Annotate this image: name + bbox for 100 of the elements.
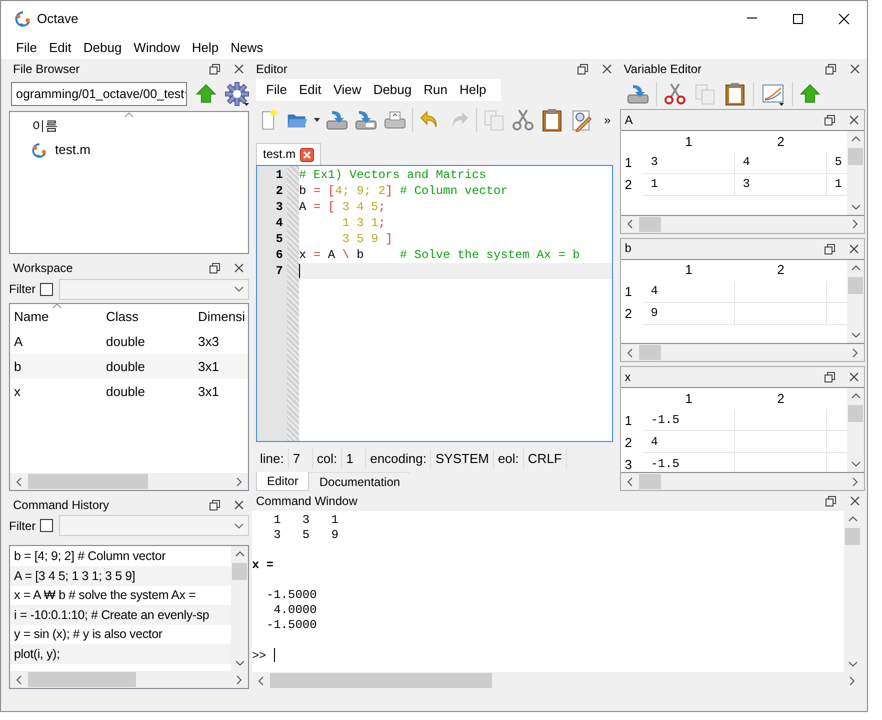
row-header[interactable]: 2 bbox=[620, 431, 643, 454]
undock-icon[interactable] bbox=[209, 262, 221, 274]
close-icon[interactable] bbox=[849, 495, 861, 507]
scroll-down-icon[interactable] bbox=[234, 658, 244, 668]
close-icon[interactable] bbox=[233, 499, 245, 511]
column-header[interactable]: 2 bbox=[734, 260, 827, 281]
undock-icon[interactable] bbox=[825, 63, 837, 75]
file-list[interactable]: 이름 test.m bbox=[9, 111, 249, 254]
history-entry[interactable]: i = -10:0.1:10; # Create an evenly-sp bbox=[10, 605, 231, 625]
close-icon[interactable] bbox=[848, 371, 860, 384]
scroll-left-icon[interactable] bbox=[14, 674, 24, 684]
scroll-right-icon[interactable] bbox=[234, 476, 244, 486]
filter-checkbox[interactable] bbox=[40, 282, 53, 296]
paste-icon[interactable] bbox=[540, 108, 564, 132]
menu-item[interactable]: News bbox=[224, 40, 270, 56]
column-header[interactable]: 이름 bbox=[10, 118, 62, 138]
menu-item[interactable]: Edit bbox=[292, 82, 328, 98]
scroll-thumb[interactable] bbox=[848, 276, 863, 294]
row-header[interactable]: 3 bbox=[620, 453, 643, 472]
close-icon[interactable] bbox=[848, 114, 860, 126]
maximize-icon[interactable] bbox=[792, 13, 804, 25]
undock-icon[interactable] bbox=[825, 495, 837, 507]
table-cell[interactable]: 4 bbox=[642, 431, 735, 454]
column-header[interactable]: 1 bbox=[642, 388, 735, 410]
column-header[interactable]: 1 bbox=[642, 260, 735, 281]
column-header[interactable]: Class bbox=[102, 304, 194, 329]
scroll-up-icon[interactable] bbox=[848, 514, 858, 524]
row-header[interactable]: 1 bbox=[620, 152, 643, 174]
scroll-left-icon[interactable] bbox=[624, 476, 635, 487]
horizontal-scrollbar[interactable] bbox=[620, 216, 864, 233]
scroll-up-icon[interactable] bbox=[850, 262, 860, 273]
file-tab-label[interactable]: test.m bbox=[263, 147, 296, 162]
cut-icon[interactable] bbox=[511, 108, 535, 132]
scroll-thumb[interactable] bbox=[232, 562, 247, 580]
menu-item[interactable]: View bbox=[327, 82, 368, 98]
scroll-thumb[interactable] bbox=[28, 474, 148, 489]
table-cell[interactable]: 4 bbox=[642, 280, 735, 303]
save-as-icon[interactable] bbox=[354, 108, 378, 132]
history-entry[interactable]: A = [3 4 5; 1 3 1; 3 5 9] bbox=[10, 566, 231, 586]
close-icon[interactable] bbox=[838, 13, 850, 25]
column-header[interactable]: 1 bbox=[642, 131, 735, 152]
undock-icon[interactable] bbox=[824, 242, 836, 255]
menu-item[interactable]: Debug bbox=[367, 82, 418, 98]
path-field[interactable]: ogramming/01_octave/00_test bbox=[11, 82, 187, 106]
menu-item[interactable]: Debug bbox=[77, 40, 128, 56]
table-cell[interactable]: 3 bbox=[642, 152, 735, 174]
scroll-left-icon[interactable] bbox=[256, 676, 266, 686]
scroll-down-icon[interactable] bbox=[850, 459, 860, 470]
undock-icon[interactable] bbox=[824, 371, 836, 384]
undock-icon[interactable] bbox=[824, 114, 836, 126]
scroll-left-icon[interactable] bbox=[14, 476, 24, 486]
close-icon[interactable] bbox=[600, 63, 613, 75]
row-header[interactable]: 1 bbox=[620, 280, 643, 303]
scroll-thumb[interactable] bbox=[638, 345, 661, 360]
scroll-right-icon[interactable] bbox=[847, 676, 857, 686]
scroll-thumb[interactable] bbox=[270, 673, 492, 688]
vertical-scrollbar[interactable] bbox=[847, 131, 864, 215]
vertical-scrollbar[interactable] bbox=[231, 546, 248, 671]
scroll-thumb[interactable] bbox=[848, 405, 863, 422]
scroll-thumb[interactable] bbox=[638, 216, 661, 232]
menu-item[interactable]: Help bbox=[186, 40, 225, 56]
scroll-right-icon[interactable] bbox=[850, 348, 860, 358]
history-entry[interactable]: y = sin (x); # y is also vector bbox=[10, 624, 231, 644]
save-icon[interactable] bbox=[626, 82, 650, 106]
scroll-thumb[interactable] bbox=[28, 672, 136, 687]
close-icon[interactable] bbox=[848, 242, 860, 255]
scroll-up-icon[interactable] bbox=[234, 548, 244, 559]
scroll-right-icon[interactable] bbox=[850, 219, 860, 230]
menu-item[interactable]: File bbox=[10, 40, 43, 56]
menu-item[interactable]: Help bbox=[453, 82, 492, 98]
panel-tab[interactable]: Editor bbox=[256, 472, 310, 491]
scroll-right-icon[interactable] bbox=[234, 674, 244, 684]
filter-checkbox[interactable] bbox=[40, 519, 53, 532]
column-header[interactable]: 2 bbox=[734, 131, 827, 152]
undock-icon[interactable] bbox=[209, 499, 221, 511]
close-tab-icon[interactable] bbox=[300, 148, 314, 162]
row-header[interactable]: 1 bbox=[620, 409, 643, 432]
dropdown-caret-icon[interactable] bbox=[314, 118, 320, 122]
paste-icon[interactable] bbox=[722, 82, 747, 106]
save-icon[interactable] bbox=[325, 108, 349, 132]
scroll-right-icon[interactable] bbox=[850, 476, 860, 487]
menu-item[interactable]: Edit bbox=[42, 40, 78, 56]
scroll-down-icon[interactable] bbox=[850, 330, 860, 340]
file-tab[interactable]: test.m bbox=[256, 143, 321, 165]
close-icon[interactable] bbox=[233, 262, 245, 274]
up-arrow-icon[interactable] bbox=[195, 83, 217, 105]
horizontal-scrollbar[interactable] bbox=[10, 473, 248, 490]
scroll-thumb[interactable] bbox=[848, 148, 863, 165]
scroll-thumb[interactable] bbox=[845, 528, 860, 545]
close-icon[interactable] bbox=[849, 63, 861, 75]
vertical-scrollbar[interactable] bbox=[847, 388, 864, 472]
up-arrow-icon[interactable] bbox=[798, 83, 821, 105]
scroll-up-icon[interactable] bbox=[850, 134, 860, 144]
scroll-thumb[interactable] bbox=[638, 474, 661, 490]
close-icon[interactable] bbox=[233, 63, 245, 75]
table-cell[interactable]: 3 bbox=[734, 174, 827, 196]
scroll-left-icon[interactable] bbox=[624, 348, 635, 358]
table-cell[interactable]: 5 bbox=[826, 152, 847, 174]
menu-item[interactable]: Run bbox=[418, 82, 454, 98]
undock-icon[interactable] bbox=[576, 63, 589, 75]
